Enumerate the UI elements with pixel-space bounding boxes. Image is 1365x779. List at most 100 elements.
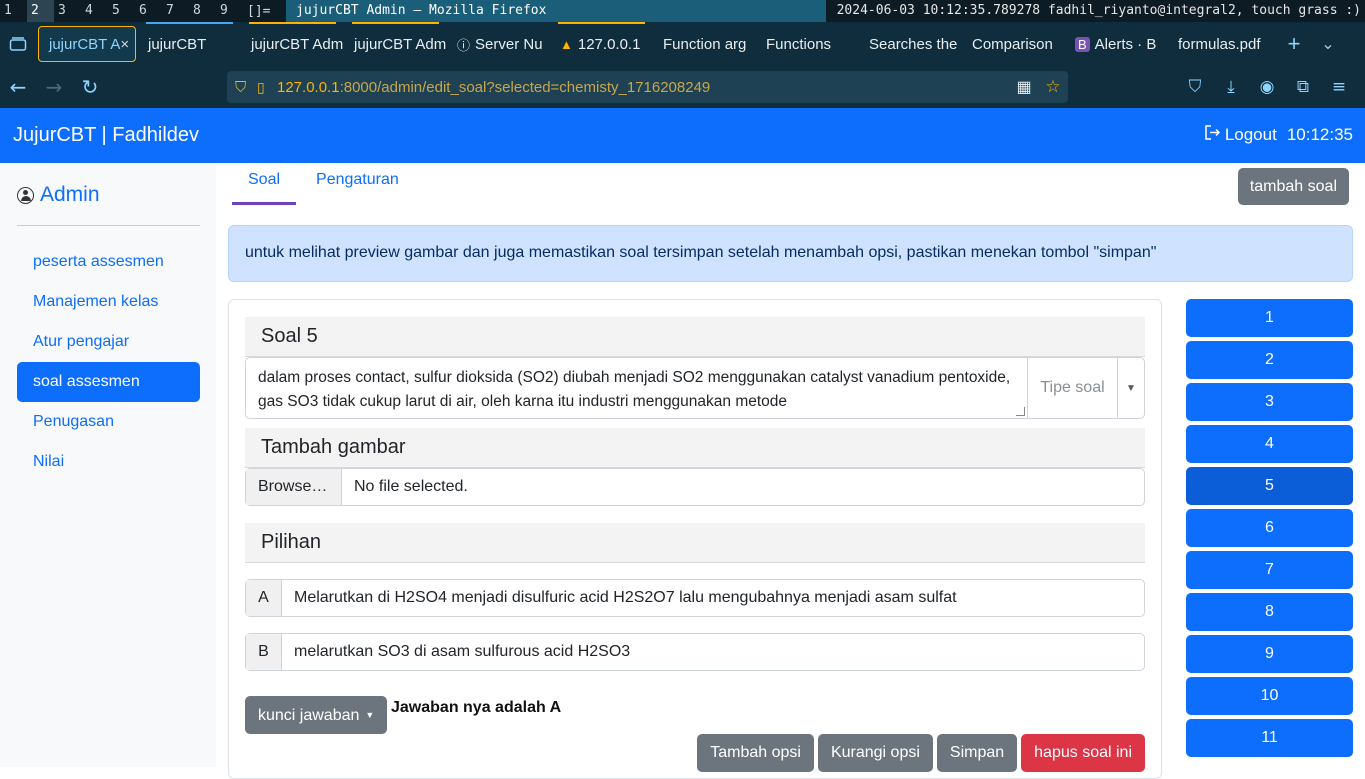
browser-tab[interactable]: Searches the bbox=[859, 22, 962, 66]
logout-link[interactable]: Logout bbox=[1225, 125, 1277, 145]
answer-key-dropdown[interactable]: kunci jawaban ▼ bbox=[245, 696, 388, 734]
pocket-icon[interactable]: ⛉ bbox=[1177, 77, 1213, 97]
tab-label: formulas.pdf bbox=[1178, 35, 1261, 53]
qr-code-icon[interactable]: ▦ bbox=[1010, 77, 1038, 97]
option-letter: A bbox=[246, 580, 282, 616]
url-host: 127.0.0.1 bbox=[277, 78, 340, 96]
resize-handle-icon[interactable] bbox=[1016, 407, 1025, 416]
app-header: JujurCBT | Fadhildev Logout 10:12:35 bbox=[0, 108, 1365, 163]
sidebar-title: Admin bbox=[17, 183, 100, 207]
back-icon[interactable]: ← bbox=[0, 75, 36, 99]
question-number-button[interactable]: 3 bbox=[1186, 383, 1353, 421]
tab-label: Comparison bbox=[972, 35, 1053, 53]
browser-tab[interactable]: Function arg bbox=[653, 22, 756, 66]
question-number-button[interactable]: 4 bbox=[1186, 425, 1353, 463]
menu-icon[interactable]: ≡ bbox=[1321, 77, 1357, 97]
option-input[interactable]: melarutkan SO3 di asam sulfurous acid H2… bbox=[282, 634, 642, 670]
workspace-2[interactable]: 2 bbox=[27, 0, 54, 22]
sidebar-item-penugasan[interactable]: Penugasan bbox=[17, 402, 200, 442]
image-heading: Tambah gambar bbox=[245, 428, 1145, 468]
question-number-button[interactable]: 11 bbox=[1186, 719, 1353, 757]
question-number-button[interactable]: 1 bbox=[1186, 299, 1353, 337]
sidebar-item-peserta[interactable]: peserta assesmen bbox=[17, 242, 200, 282]
browser-tab-active[interactable]: jujurCBT A × bbox=[38, 26, 136, 62]
add-option-button[interactable]: Tambah opsi bbox=[697, 734, 814, 772]
caret-down-icon[interactable]: ▼ bbox=[1118, 358, 1144, 418]
clock: 10:12:35 bbox=[1286, 125, 1353, 144]
browser-nav-bar: ← → ↻ ⛉ ▯ 127.0.0.1:8000/admin/edit_soal… bbox=[0, 66, 1365, 108]
url-path: :8000/admin/edit_soal?selected=chemisty_… bbox=[339, 78, 711, 96]
browser-tab[interactable]: Functions bbox=[756, 22, 859, 66]
app-brand[interactable]: JujurCBT | Fadhildev bbox=[13, 124, 199, 147]
layout-indicator[interactable]: []= bbox=[247, 4, 270, 19]
browser-tab[interactable]: B Alerts · B bbox=[1065, 22, 1168, 66]
download-icon[interactable]: ⤓ bbox=[1213, 77, 1249, 97]
save-button[interactable]: Simpan bbox=[936, 734, 1018, 772]
workspace-1[interactable]: 1 bbox=[0, 0, 27, 22]
sidebar-item-nilai[interactable]: Nilai bbox=[17, 442, 200, 482]
question-type-select[interactable]: Tipe soal bbox=[1028, 358, 1118, 418]
sidebar-item-soal[interactable]: soal assesmen bbox=[17, 362, 200, 402]
add-question-button[interactable]: tambah soal bbox=[1237, 168, 1349, 205]
question-heading: Soal 5 bbox=[245, 317, 1145, 357]
header-right: Logout 10:12:35 bbox=[1204, 125, 1353, 145]
browser-tab-bar: jujurCBT A × jujurCBT jujurCBT Adm jujur… bbox=[0, 22, 1365, 66]
browse-button[interactable]: Browse… bbox=[246, 469, 342, 505]
delete-question-button[interactable]: hapus soal ini bbox=[1021, 734, 1145, 772]
url-bar[interactable]: ⛉ ▯ 127.0.0.1:8000/admin/edit_soal?selec… bbox=[227, 71, 1068, 103]
question-number-button[interactable]: 7 bbox=[1186, 551, 1353, 589]
option-letter: B bbox=[246, 634, 282, 670]
question-number-button[interactable]: 10 bbox=[1186, 677, 1353, 715]
image-file-input[interactable]: Browse… No file selected. bbox=[245, 468, 1145, 506]
workspace-4[interactable]: 4 bbox=[81, 0, 108, 22]
remove-option-button[interactable]: Kurangi opsi bbox=[817, 734, 933, 772]
question-number-button[interactable]: 2 bbox=[1186, 341, 1353, 379]
workspace-7[interactable]: 7 bbox=[162, 0, 189, 22]
browser-tab[interactable]: ⓘ Server Nu bbox=[447, 22, 550, 66]
option-row: B melarutkan SO3 di asam sulfurous acid … bbox=[245, 633, 1145, 671]
options-heading: Pilihan bbox=[245, 523, 1145, 563]
sidebar-title-text: Admin bbox=[40, 183, 100, 206]
system-bar: 1 2 3 4 5 6 7 8 9 []= jujurCBT Admin — M… bbox=[0, 0, 1365, 22]
question-number-button-active[interactable]: 5 bbox=[1186, 467, 1353, 505]
sidebar-item-kelas[interactable]: Manajemen kelas bbox=[17, 282, 200, 322]
sidebar-item-pengajar[interactable]: Atur pengajar bbox=[17, 322, 200, 362]
question-number-button[interactable]: 6 bbox=[1186, 509, 1353, 547]
tab-overview-icon[interactable] bbox=[0, 22, 36, 66]
main-content: Soal Pengaturan tambah soal untuk meliha… bbox=[216, 163, 1365, 779]
forward-icon[interactable]: → bbox=[36, 75, 72, 99]
logout-icon[interactable] bbox=[1204, 125, 1221, 145]
workspace-6[interactable]: 6 bbox=[135, 0, 162, 22]
question-textarea[interactable]: dalam proses contact, sulfur dioksida (S… bbox=[246, 358, 1028, 418]
bookmark-star-icon[interactable]: ☆ bbox=[1038, 77, 1068, 97]
tab-soal[interactable]: Soal bbox=[232, 163, 297, 205]
shield-icon[interactable]: ⛉ bbox=[235, 79, 257, 96]
browser-tab[interactable]: formulas.pdf bbox=[1168, 22, 1271, 66]
option-input[interactable]: Melarutkan di H2SO4 menjadi disulfuric a… bbox=[282, 580, 969, 616]
chevron-down-icon[interactable]: ⌄ bbox=[1311, 34, 1345, 54]
extensions-icon[interactable]: ⧉ bbox=[1285, 77, 1321, 97]
browser-tab[interactable]: jujurCBT bbox=[138, 22, 241, 66]
workspace-8[interactable]: 8 bbox=[189, 0, 216, 22]
account-icon[interactable]: ◉ bbox=[1249, 77, 1285, 97]
action-buttons: Tambah opsi Kurangi opsi Simpan hapus so… bbox=[697, 734, 1145, 772]
new-tab-icon[interactable]: + bbox=[1277, 31, 1311, 57]
close-tab-icon[interactable]: × bbox=[120, 36, 129, 53]
tab-label: 127.0.0.1 bbox=[577, 35, 641, 53]
content-tabs: Soal Pengaturan bbox=[232, 163, 419, 205]
workspace-9[interactable]: 9 bbox=[216, 0, 243, 22]
browser-tab[interactable]: jujurCBT Adm bbox=[344, 22, 447, 66]
question-number-button[interactable]: 8 bbox=[1186, 593, 1353, 631]
reload-icon[interactable]: ↻ bbox=[72, 75, 108, 99]
sidebar-menu: peserta assesmen Manajemen kelas Atur pe… bbox=[17, 242, 200, 482]
option-row: A Melarutkan di H2SO4 menjadi disulfuric… bbox=[245, 579, 1145, 617]
question-number-button[interactable]: 9 bbox=[1186, 635, 1353, 673]
workspace-list: 1 2 3 4 5 6 7 8 9 bbox=[0, 0, 243, 22]
workspace-5[interactable]: 5 bbox=[108, 0, 135, 22]
workspace-3[interactable]: 3 bbox=[54, 0, 81, 22]
browser-tab[interactable]: jujurCBT Adm bbox=[241, 22, 344, 66]
browser-tab[interactable]: Comparison bbox=[962, 22, 1065, 66]
tab-pengaturan[interactable]: Pengaturan bbox=[300, 163, 415, 205]
page-info-icon[interactable]: ▯ bbox=[257, 79, 277, 96]
browser-tab[interactable]: ▲ 127.0.0.1 bbox=[550, 22, 653, 66]
